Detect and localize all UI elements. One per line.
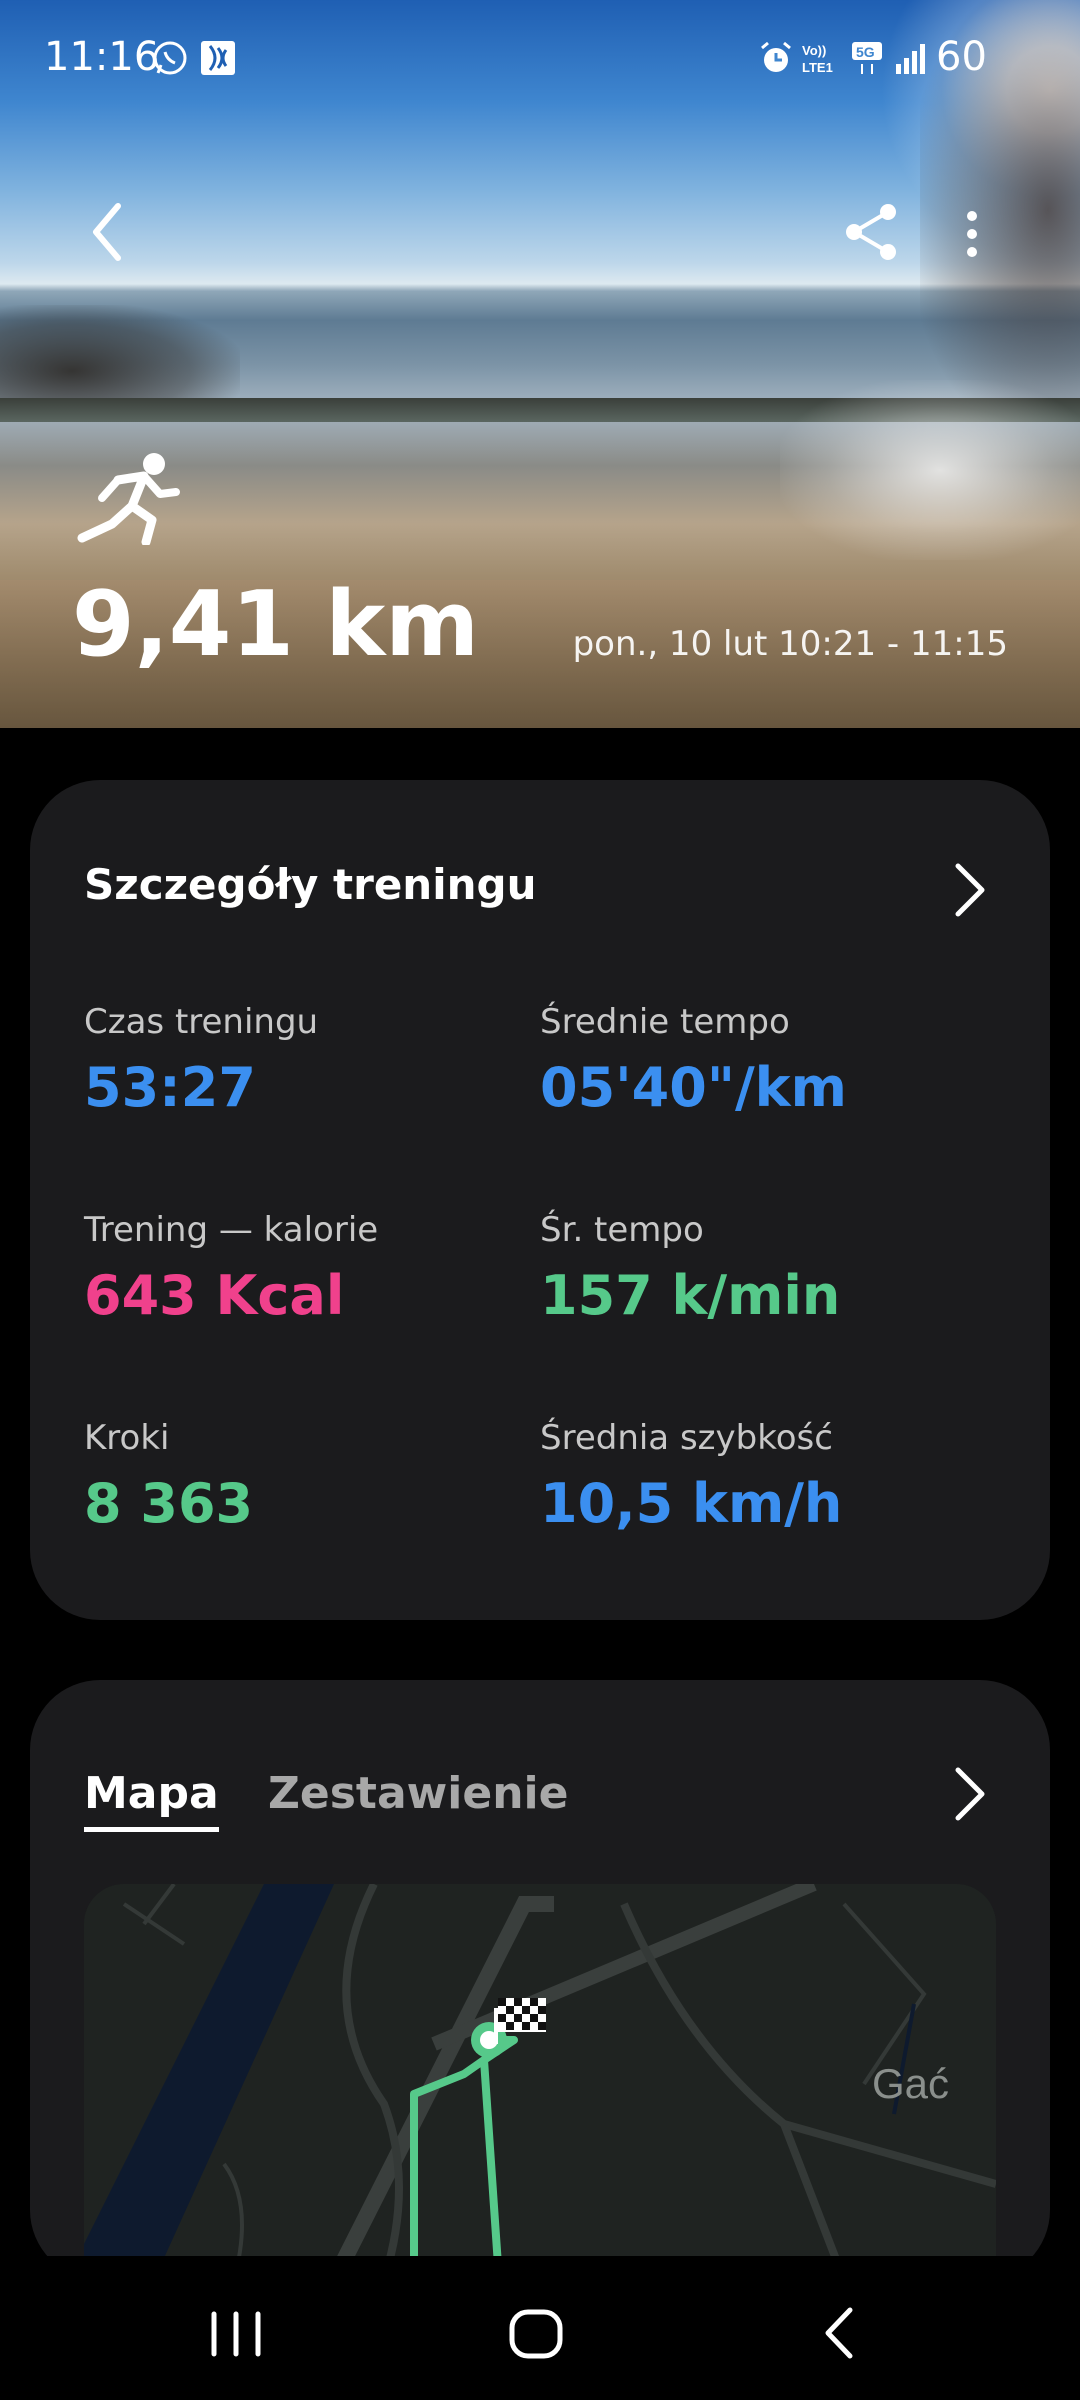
stat-avg-pace: Średnie tempo 05'40"/km: [540, 1002, 847, 1119]
stat-workout-time: Czas treningu 53:27: [84, 1002, 318, 1119]
status-bar: 11:16 Vo)) LTE1 5G 60: [0, 0, 1080, 120]
battery-level: 60: [936, 34, 987, 80]
alarm-icon: [761, 41, 791, 72]
stat-label: Średnie tempo: [540, 1002, 790, 1042]
workout-details-card[interactable]: Szczegóły treningu Czas treningu 53:27 Ś…: [30, 780, 1050, 1620]
system-nav-bar: [0, 2256, 1080, 2400]
map-place-label: Gać: [872, 2060, 949, 2107]
stat-value: 10,5 km/h: [540, 1472, 843, 1535]
home-icon[interactable]: [496, 2298, 576, 2368]
stat-value: 157 k/min: [540, 1264, 841, 1327]
route-map[interactable]: Gać: [84, 1884, 996, 2280]
app-notification-icon: [201, 41, 235, 75]
back-icon[interactable]: [800, 2298, 880, 2368]
back-arrow-icon[interactable]: [78, 196, 138, 268]
stat-cadence: Śr. tempo 157 k/min: [540, 1210, 840, 1327]
signal-icon: [896, 44, 925, 74]
whatsapp-icon: [153, 41, 187, 75]
status-time: 11:16: [44, 34, 160, 80]
stat-label: Czas treningu: [84, 1002, 319, 1042]
stat-calories: Trening — kalorie 643 Kcal: [84, 1210, 378, 1327]
svg-text:LTE1: LTE1: [802, 60, 833, 75]
share-icon[interactable]: [842, 200, 902, 264]
more-options-icon[interactable]: [952, 206, 992, 262]
stat-value: 05'40"/km: [540, 1056, 847, 1119]
stat-label: Średnia szybkość: [540, 1418, 833, 1458]
stat-label: Trening — kalorie: [84, 1210, 379, 1250]
running-icon: [77, 453, 180, 545]
stat-steps: Kroki 8 363: [84, 1418, 253, 1535]
workout-date-range: pon., 10 lut 10:21 - 11:15: [572, 624, 1008, 664]
chevron-right-icon[interactable]: [952, 860, 988, 920]
recent-apps-icon[interactable]: [196, 2298, 276, 2368]
details-card-title: Szczegóły treningu: [84, 860, 537, 909]
tab-map[interactable]: Mapa: [84, 1768, 219, 1832]
map-canvas: Gać: [84, 1884, 996, 2280]
stat-avg-speed: Średnia szybkość 10,5 km/h: [540, 1418, 842, 1535]
svg-text:5G: 5G: [856, 44, 875, 60]
map-card[interactable]: Mapa Zestawienie Gać: [30, 1680, 1050, 2280]
stat-value: 53:27: [84, 1056, 256, 1119]
stat-value: 8 363: [84, 1472, 254, 1535]
workout-distance: 9,41 km: [72, 572, 480, 677]
svg-text:Vo)): Vo)): [802, 43, 826, 58]
workout-hero-image: 11:16 Vo)) LTE1 5G 60 9,41 km pon., 10 l…: [0, 0, 1080, 728]
tab-summary[interactable]: Zestawienie: [268, 1768, 568, 1819]
5g-icon: 5G: [852, 42, 882, 74]
stat-label: Kroki: [84, 1418, 170, 1458]
stat-value: 643 Kcal: [84, 1264, 345, 1327]
volte-icon: Vo)) LTE1: [802, 43, 833, 75]
stat-label: Śr. tempo: [540, 1210, 704, 1250]
chevron-right-icon[interactable]: [952, 1764, 988, 1824]
